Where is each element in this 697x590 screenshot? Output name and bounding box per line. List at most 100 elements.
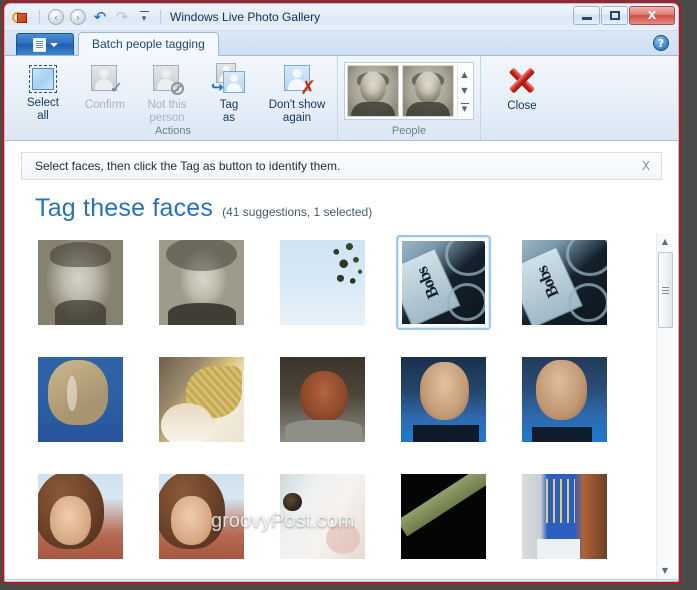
face-thumb-cat[interactable] bbox=[275, 469, 370, 564]
divider bbox=[160, 10, 161, 24]
people-gallery[interactable]: ▲ ▼ ▼ bbox=[344, 62, 474, 120]
face-thumbnail-image bbox=[280, 357, 365, 442]
vertical-scrollbar[interactable]: ▲ ▼ bbox=[656, 233, 673, 579]
face-thumbnail-image bbox=[522, 357, 607, 442]
minimize-button[interactable] bbox=[573, 6, 600, 25]
face-thumbnail-image bbox=[402, 241, 485, 324]
face-thumb-sky-tree[interactable] bbox=[275, 235, 370, 330]
window-controls: X bbox=[572, 6, 675, 25]
tab-batch-people-tagging[interactable]: Batch people tagging bbox=[78, 32, 219, 56]
close-window-button[interactable]: X bbox=[629, 6, 675, 25]
ribbon-group-close: Close bbox=[480, 56, 563, 140]
gallery-scroll-down-icon[interactable]: ▼ bbox=[458, 83, 471, 98]
chevron-down-icon bbox=[49, 42, 58, 47]
face-thumb-woman-b[interactable] bbox=[154, 469, 249, 564]
face-thumbnail-image bbox=[38, 474, 123, 559]
close-red-x-icon bbox=[506, 64, 538, 96]
maximize-button[interactable] bbox=[601, 6, 628, 25]
face-thumb-fish[interactable] bbox=[154, 352, 249, 447]
face-thumb-woman-a[interactable] bbox=[33, 469, 128, 564]
close-window-glyph: X bbox=[647, 9, 657, 22]
forward-arrow-glyph: › bbox=[75, 10, 81, 24]
face-thumb-man-red[interactable] bbox=[275, 352, 370, 447]
ribbon-group-people: ▲ ▼ ▼ People bbox=[337, 56, 480, 140]
face-thumbnail-image bbox=[522, 240, 607, 325]
scrollbar-thumb[interactable] bbox=[658, 252, 673, 328]
redo-icon[interactable]: ↷ bbox=[112, 7, 132, 27]
face-thumbnail-image bbox=[38, 357, 123, 442]
face-thumbnail-image bbox=[159, 474, 244, 559]
undo-icon[interactable]: ↶ bbox=[90, 7, 110, 27]
window-title: Windows Live Photo Gallery bbox=[170, 10, 321, 24]
back-arrow-icon[interactable]: ‹ bbox=[46, 7, 66, 27]
close-label: Close bbox=[507, 100, 537, 112]
select-all-label-1: Select bbox=[27, 97, 59, 109]
ribbon-group-label-close bbox=[491, 137, 553, 138]
scroll-down-glyph: ▼ bbox=[661, 566, 669, 575]
tag-as-icon: ↪ bbox=[211, 63, 245, 95]
divider bbox=[39, 10, 40, 24]
page-heading-row: Tag these faces (41 suggestions, 1 selec… bbox=[5, 180, 678, 233]
info-bar-wrapper: Select faces, then click the Tag as butt… bbox=[5, 141, 678, 180]
confirm-button[interactable]: ✓ Confirm bbox=[74, 60, 136, 112]
face-thumb-beer-can-b[interactable] bbox=[517, 235, 612, 330]
dont-show-again-icon: ✗ bbox=[281, 63, 316, 98]
status-bar: 41 suggestions, 1 selected bbox=[5, 579, 678, 581]
gallery-down-glyph: ▼ bbox=[461, 86, 468, 96]
face-thumb-room-blue-shirt[interactable] bbox=[517, 469, 612, 564]
info-bar-close-icon[interactable]: X bbox=[635, 154, 657, 178]
person-thumbnail-lincoln[interactable] bbox=[402, 65, 454, 117]
file-menu-icon[interactable] bbox=[16, 33, 74, 55]
ribbon-toolbar: Select all ✓ Confirm Not this person ↪ T… bbox=[5, 56, 678, 141]
gallery-more-glyph: ▼ bbox=[461, 104, 468, 113]
face-thumb-dark-strap[interactable] bbox=[396, 469, 491, 564]
select-all-label-2: all bbox=[37, 109, 49, 122]
tab-label: Batch people tagging bbox=[92, 37, 205, 51]
face-thumb-lincoln-portrait[interactable] bbox=[33, 235, 128, 330]
face-thumb-jackson-portrait[interactable] bbox=[154, 235, 249, 330]
select-all-icon bbox=[29, 65, 57, 93]
info-bar-text: Select faces, then click the Tag as butt… bbox=[35, 159, 341, 173]
help-icon[interactable]: ? bbox=[653, 35, 669, 51]
face-thumbnail-image bbox=[280, 240, 365, 325]
ribbon-group-actions: Select all ✓ Confirm Not this person ↪ T… bbox=[9, 56, 337, 140]
gallery-scroll-up-icon[interactable]: ▲ bbox=[458, 67, 471, 82]
forward-arrow-icon[interactable]: › bbox=[68, 7, 88, 27]
face-grid-area: groovyPost.com ▲ ▼ bbox=[5, 233, 678, 579]
page-title: Tag these faces bbox=[35, 194, 214, 222]
select-all-button[interactable]: Select all bbox=[12, 60, 74, 122]
chevron-down-icon[interactable]: ▾ bbox=[134, 7, 154, 27]
dont-show-again-label-2: again bbox=[282, 111, 312, 124]
not-this-person-label-1: Not this bbox=[147, 99, 187, 111]
person-thumbnail-jackson[interactable] bbox=[347, 65, 399, 117]
face-grid bbox=[33, 233, 652, 579]
redo-glyph: ↷ bbox=[115, 7, 129, 26]
face-thumbnail-image bbox=[401, 357, 486, 442]
face-thumb-bell[interactable] bbox=[33, 352, 128, 447]
scroll-down-icon[interactable]: ▼ bbox=[657, 562, 673, 579]
confirm-label-1: Confirm bbox=[84, 99, 126, 111]
face-thumbnail-image bbox=[522, 474, 607, 559]
face-thumbnail-image bbox=[38, 240, 123, 325]
tag-as-label-2: as bbox=[222, 111, 236, 124]
face-thumb-young-man[interactable] bbox=[517, 352, 612, 447]
info-bar-close-glyph: X bbox=[641, 159, 651, 173]
desktop-background: ‹ › ↶ ↷ ▾ Windows Live Photo Gallery X B… bbox=[0, 0, 697, 590]
face-thumb-beer-can-a[interactable] bbox=[396, 235, 491, 330]
help-glyph: ? bbox=[657, 36, 665, 50]
not-this-person-button[interactable]: Not this person bbox=[136, 60, 198, 124]
face-thumb-young-man-smiling[interactable] bbox=[396, 352, 491, 447]
chevron-down-glyph: ▾ bbox=[141, 13, 147, 23]
undo-glyph: ↶ bbox=[93, 7, 107, 26]
dont-show-again-label-1: Don't show bbox=[268, 99, 326, 111]
face-thumbnail-image bbox=[280, 474, 365, 559]
scroll-up-icon[interactable]: ▲ bbox=[657, 233, 673, 250]
close-button[interactable]: Close bbox=[491, 60, 553, 113]
tag-as-button[interactable]: ↪ Tag as bbox=[198, 60, 260, 124]
application-window: ‹ › ↶ ↷ ▾ Windows Live Photo Gallery X B… bbox=[4, 3, 679, 582]
dont-show-again-button[interactable]: ✗ Don't show again bbox=[260, 60, 334, 124]
gallery-more-icon[interactable]: ▼ bbox=[458, 100, 471, 115]
scroll-up-glyph: ▲ bbox=[661, 237, 669, 246]
not-this-person-label-2: person bbox=[149, 111, 185, 124]
scrollbar-track[interactable] bbox=[657, 250, 673, 562]
